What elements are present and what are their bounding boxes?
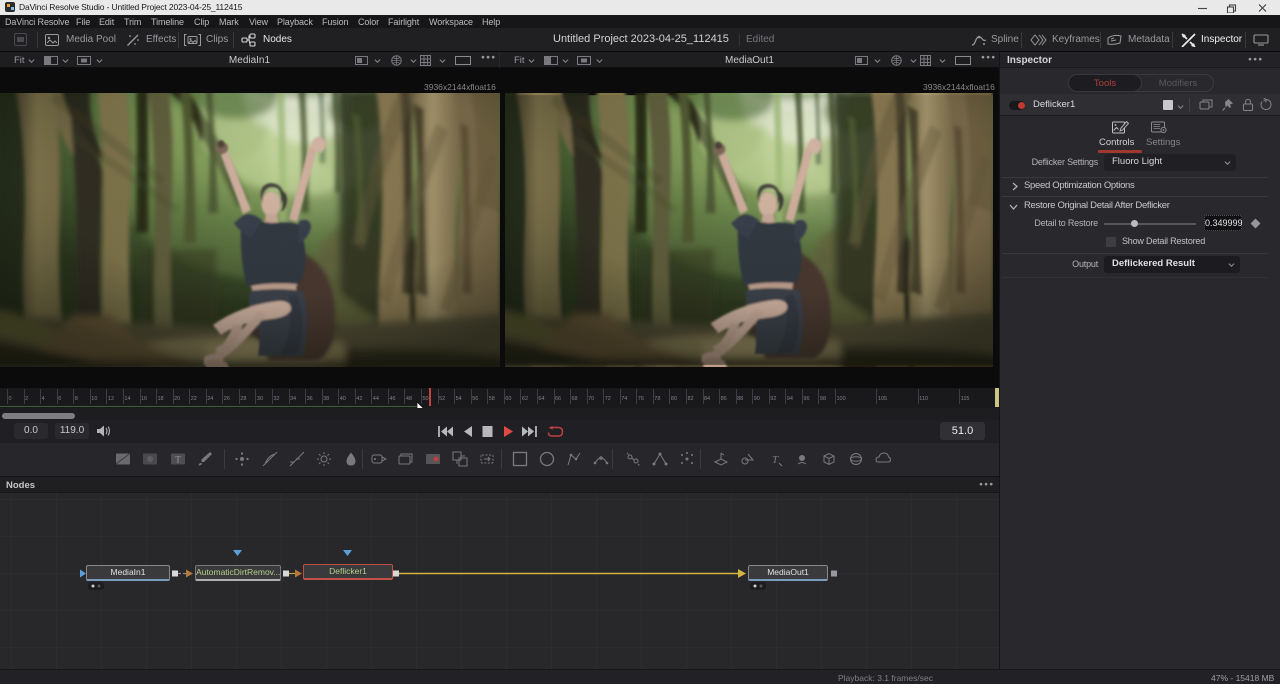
svg-text:T: T	[175, 455, 181, 465]
svg-text:T: T	[772, 454, 779, 466]
